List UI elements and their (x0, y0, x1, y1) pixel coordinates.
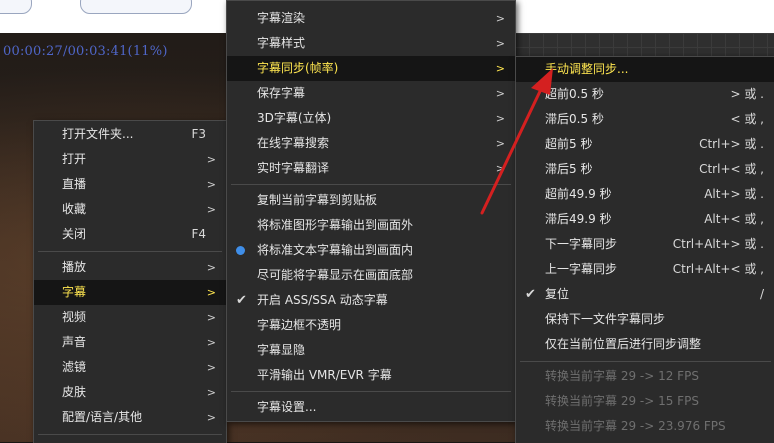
menu-item-subtitles[interactable]: 字幕 > (34, 280, 226, 305)
menu-item-open-folder[interactable]: 打开文件夹... F3 (34, 122, 226, 147)
menu-item-audio[interactable]: 声音 > (34, 330, 226, 355)
chevron-right-icon: > (206, 361, 216, 374)
menu-item-toggle-subtitle[interactable]: 字幕显隐 (227, 338, 515, 363)
menu-item-subtitle-bottom[interactable]: 尽可能将字幕显示在画面底部 (227, 263, 515, 288)
menu-item-text-subtitle-inside[interactable]: 将标准文本字幕输出到画面内 (227, 238, 515, 263)
menu-item-play[interactable]: 播放 > (34, 255, 226, 280)
menu-item-favorites[interactable]: 收藏 > (34, 197, 226, 222)
chevron-right-icon: > (495, 62, 505, 75)
chevron-right-icon: > (206, 203, 216, 216)
menu-item-video[interactable]: 视频 > (34, 305, 226, 330)
menu-item-subtitle-sync[interactable]: 字幕同步(帧率) > (227, 56, 515, 81)
menu-item-realtime-translation[interactable]: 实时字幕翻译 > (227, 156, 515, 181)
menu-item-subtitle-render[interactable]: 字幕渲染 > (227, 6, 515, 31)
chevron-right-icon: > (495, 37, 505, 50)
menu-item-graphic-subtitle-outside[interactable]: 将标准图形字幕输出到画面外 (227, 213, 515, 238)
menu-item-convert-12fps: 转换当前字幕 29 -> 12 FPS (545, 369, 699, 383)
menu-separator (231, 391, 511, 392)
chevron-right-icon: > (206, 178, 216, 191)
menu-separator (38, 251, 222, 252)
chevron-right-icon: > (495, 162, 505, 175)
menu-item-sync-after-position[interactable]: 仅在当前位置后进行同步调整 (516, 332, 774, 357)
menu-item-opaque-border[interactable]: 字幕边框不透明 (227, 313, 515, 338)
chevron-right-icon: > (206, 411, 216, 424)
menu-item-advance-0.5s[interactable]: 超前0.5 秒 > 或 . (516, 82, 774, 107)
menu-item-open[interactable]: 打开 > (34, 147, 226, 172)
menu-item-advance-5s[interactable]: 超前5 秒 Ctrl+> 或 . (516, 132, 774, 157)
main-context-menu: 打开文件夹... F3 打开 > 直播 > 收藏 > 关闭 F4 播放 > 字幕 > 视频 > … (33, 120, 227, 443)
chevron-right-icon: > (206, 286, 216, 299)
radio-selected-icon (236, 246, 245, 255)
menu-item-ass-ssa-dynamic[interactable]: ✔ 开启 ASS/SSA 动态字幕 (227, 288, 515, 313)
toolbar-button[interactable] (80, 0, 192, 14)
menu-item-delay-0.5s[interactable]: 滞后0.5 秒 < 或 , (516, 107, 774, 132)
menu-item-convert-23.976fps: 转换当前字幕 29 -> 23.976 FPS (545, 419, 726, 433)
chevron-right-icon: > (206, 153, 216, 166)
chevron-right-icon: > (495, 12, 505, 25)
chevron-right-icon: > (206, 261, 216, 274)
chevron-right-icon: > (206, 386, 216, 399)
chevron-right-icon: > (206, 311, 216, 324)
menu-item-convert-15fps: 转换当前字幕 29 -> 15 FPS (545, 394, 699, 408)
menu-item-subtitle-settings[interactable]: 字幕设置... (227, 395, 515, 420)
chevron-right-icon: > (495, 137, 505, 150)
checkmark-icon: ✔ (525, 287, 536, 302)
menu-item-prev-subtitle-sync[interactable]: 上一字幕同步 Ctrl+Alt+< 或 , (516, 257, 774, 282)
menu-item-keep-next-file-sync[interactable]: 保持下一文件字幕同步 (516, 307, 774, 332)
chevron-right-icon: > (495, 87, 505, 100)
menu-item-manual-sync[interactable]: 手动调整同步... (516, 57, 774, 82)
menu-item-online-subtitle-search[interactable]: 在线字幕搜索 > (227, 131, 515, 156)
menu-item-reset[interactable]: ✔ 复位 / (516, 282, 774, 307)
menu-item-3d-subtitle[interactable]: 3D字幕(立体) > (227, 106, 515, 131)
menu-item-close[interactable]: 关闭 F4 (34, 222, 226, 247)
menu-item-save-subtitle[interactable]: 保存字幕 > (227, 81, 515, 106)
menu-item-advance-49.9s[interactable]: 超前49.9 秒 Alt+> 或 . (516, 182, 774, 207)
menu-item-config-language-other[interactable]: 配置/语言/其他 > (34, 405, 226, 430)
menu-item-next-subtitle-sync[interactable]: 下一字幕同步 Ctrl+Alt+> 或 . (516, 232, 774, 257)
menu-item-skin[interactable]: 皮肤 > (34, 380, 226, 405)
menu-item-subtitle-style[interactable]: 字幕样式 > (227, 31, 515, 56)
menu-item-delay-5s[interactable]: 滞后5 秒 Ctrl+< 或 , (516, 157, 774, 182)
menu-item-filters[interactable]: 滤镜 > (34, 355, 226, 380)
chevron-right-icon: > (495, 112, 505, 125)
menu-separator (231, 184, 511, 185)
menu-separator (38, 434, 222, 435)
subtitle-submenu: 字幕渲染 > 字幕样式 > 字幕同步(帧率) > 保存字幕 > 3D字幕(立体) > 在线… (226, 0, 516, 422)
menu-item-smooth-vmr-evr[interactable]: 平滑输出 VMR/EVR 字幕 (227, 363, 515, 388)
subtitle-sync-submenu: 手动调整同步... 超前0.5 秒 > 或 . 滞后0.5 秒 < 或 , 超前5 … (515, 56, 774, 443)
menu-item-live[interactable]: 直播 > (34, 172, 226, 197)
toolbar-button[interactable] (0, 0, 32, 14)
menu-item-copy-subtitle[interactable]: 复制当前字幕到剪贴板 (227, 188, 515, 213)
checkmark-icon: ✔ (236, 293, 247, 308)
menu-separator (520, 361, 771, 362)
timecode-display: 00:00:27/00:03:41(11%) (3, 44, 168, 59)
menu-item-delay-49.9s[interactable]: 滞后49.9 秒 Alt+< 或 , (516, 207, 774, 232)
chevron-right-icon: > (206, 336, 216, 349)
